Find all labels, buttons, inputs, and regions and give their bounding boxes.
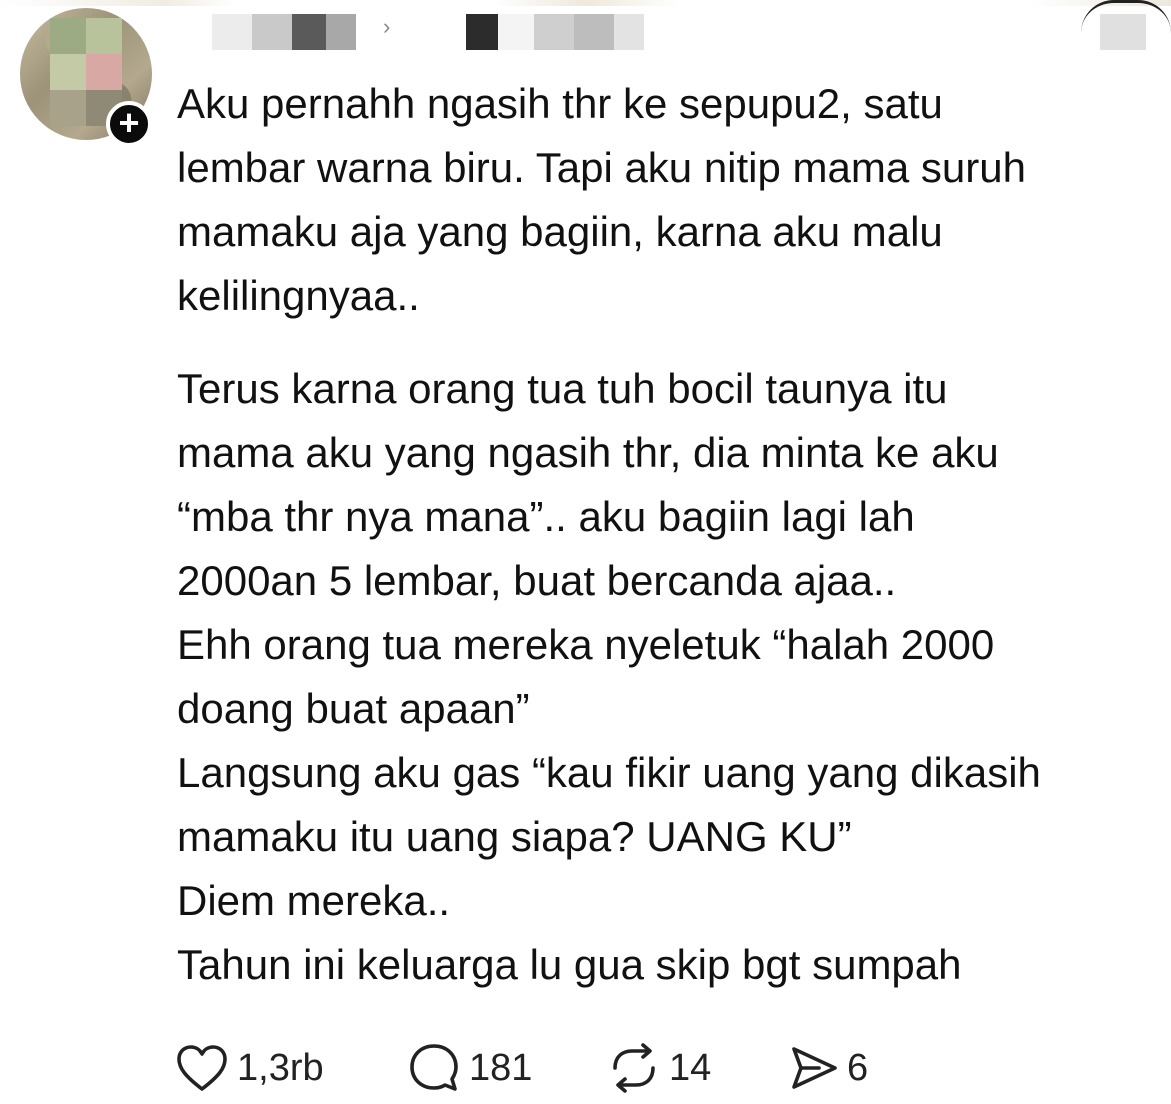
post-body: Aku pernahh ngasih thr ke sepupu2, satu … <box>177 72 1157 997</box>
post-line: mama aku yang ngasih thr, dia minta ke a… <box>177 429 999 476</box>
comment-icon <box>410 1044 458 1091</box>
timestamp-redacted <box>574 14 614 50</box>
avatar-pixel <box>86 18 122 54</box>
post-paragraph: Terus karna orang tua tuh bocil taunya i… <box>177 357 1157 997</box>
post-paragraph: Aku pernahh ngasih thr ke sepupu2, satu … <box>177 72 1157 328</box>
post-line: “mba thr nya mana”.. aku bagiin lagi lah <box>177 493 915 540</box>
reply-target-redacted[interactable] <box>534 14 574 50</box>
repost-icon <box>613 1043 655 1093</box>
follow-plus-icon[interactable]: + <box>106 101 152 147</box>
reply-count: 181 <box>469 1046 533 1089</box>
timestamp-redacted <box>614 14 644 50</box>
share-count: 6 <box>847 1046 869 1089</box>
post-line: Terus karna orang tua tuh bocil taunya i… <box>177 365 948 412</box>
username-redacted[interactable] <box>252 14 292 50</box>
share-button[interactable]: 6 <box>789 1038 868 1098</box>
action-bar: 1,3rb 181 14 6 <box>175 1038 1075 1098</box>
avatar-pixel <box>50 54 86 90</box>
repost-count: 14 <box>669 1046 712 1089</box>
username-redacted[interactable] <box>326 14 356 50</box>
username-redacted[interactable] <box>292 14 326 50</box>
post-line: doang buat apaan” <box>177 685 530 732</box>
post-line: Diem mereka.. <box>177 877 451 924</box>
reply-target-redacted[interactable] <box>466 14 498 50</box>
like-button[interactable]: 1,3rb <box>175 1038 324 1098</box>
post-line: Langsung aku gas “kau fikir uang yang di… <box>177 749 1041 796</box>
repost-button[interactable]: 14 <box>607 1038 711 1098</box>
like-count: 1,3rb <box>237 1046 324 1089</box>
post-line: Ehh orang tua mereka nyeletuk “halah 200… <box>177 621 995 668</box>
reply-target-redacted[interactable] <box>498 14 534 50</box>
post-line: lembar warna biru. Tapi aku nitip mama s… <box>177 144 1026 191</box>
more-options-redacted[interactable] <box>1100 14 1146 50</box>
send-icon <box>792 1047 837 1089</box>
heart-icon <box>177 1045 227 1091</box>
avatar-pixel <box>86 54 122 90</box>
post-line: mamaku itu uang siapa? UANG KU” <box>177 813 852 860</box>
post-line: kelilingnyaa.. <box>177 272 420 319</box>
avatar-pixel <box>50 18 86 54</box>
post-line: mamaku aja yang bagiin, karna aku malu <box>177 208 943 255</box>
reply-button[interactable]: 181 <box>407 1038 532 1098</box>
username-redacted[interactable] <box>212 14 252 50</box>
post-line: Tahun ini keluarga lu gua skip bgt sumpa… <box>177 941 962 988</box>
chevron-right-icon: › <box>383 14 391 39</box>
avatar-pixel <box>50 90 86 126</box>
post-line: Aku pernahh ngasih thr ke sepupu2, satu <box>177 80 943 127</box>
top-edge-strip <box>0 0 1171 6</box>
post-line: 2000an 5 lembar, buat bercanda ajaa.. <box>177 557 897 604</box>
